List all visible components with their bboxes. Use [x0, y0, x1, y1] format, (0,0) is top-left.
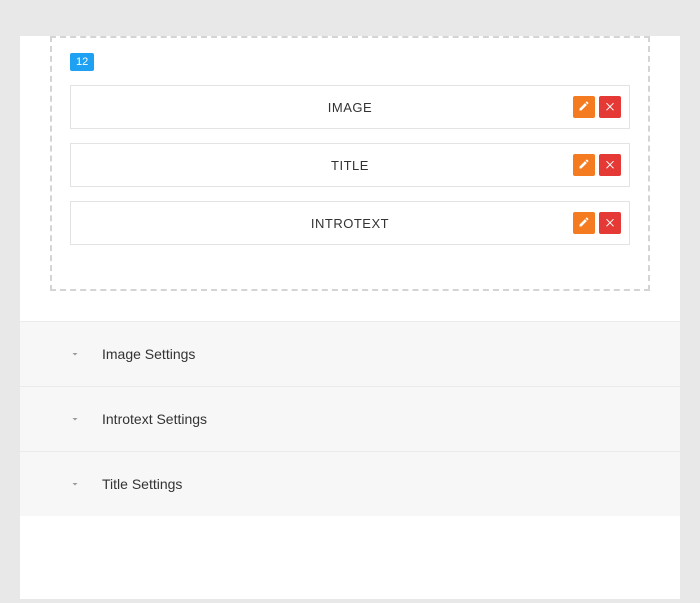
edit-button[interactable]	[573, 212, 595, 234]
block-list: IMAGE TITLE	[70, 85, 630, 245]
delete-button[interactable]	[599, 96, 621, 118]
delete-button[interactable]	[599, 212, 621, 234]
settings-accordion: Image Settings Introtext Settings Title …	[20, 321, 680, 516]
edit-button[interactable]	[573, 154, 595, 176]
settings-panel-label: Title Settings	[102, 476, 182, 492]
block-label: TITLE	[71, 158, 629, 173]
pencil-icon	[578, 157, 590, 173]
block-actions	[573, 212, 621, 234]
settings-panel-introtext[interactable]: Introtext Settings	[20, 386, 680, 452]
settings-panel-label: Image Settings	[102, 346, 195, 362]
layout-editor-panel: 12 IMAGE TI	[20, 36, 680, 599]
block-actions	[573, 154, 621, 176]
close-icon	[604, 215, 616, 231]
settings-panel-image[interactable]: Image Settings	[20, 321, 680, 387]
chevron-down-icon	[68, 477, 82, 491]
chevron-down-icon	[68, 412, 82, 426]
column-width-badge: 12	[70, 53, 94, 71]
block-image[interactable]: IMAGE	[70, 85, 630, 129]
pencil-icon	[578, 99, 590, 115]
pencil-icon	[578, 215, 590, 231]
close-icon	[604, 99, 616, 115]
layout-droparea[interactable]: 12 IMAGE TI	[50, 36, 650, 291]
block-actions	[573, 96, 621, 118]
block-introtext[interactable]: INTROTEXT	[70, 201, 630, 245]
edit-button[interactable]	[573, 96, 595, 118]
chevron-down-icon	[68, 347, 82, 361]
settings-panel-title[interactable]: Title Settings	[20, 451, 680, 516]
settings-panel-label: Introtext Settings	[102, 411, 207, 427]
close-icon	[604, 157, 616, 173]
block-title[interactable]: TITLE	[70, 143, 630, 187]
block-label: INTROTEXT	[71, 216, 629, 231]
delete-button[interactable]	[599, 154, 621, 176]
block-label: IMAGE	[71, 100, 629, 115]
